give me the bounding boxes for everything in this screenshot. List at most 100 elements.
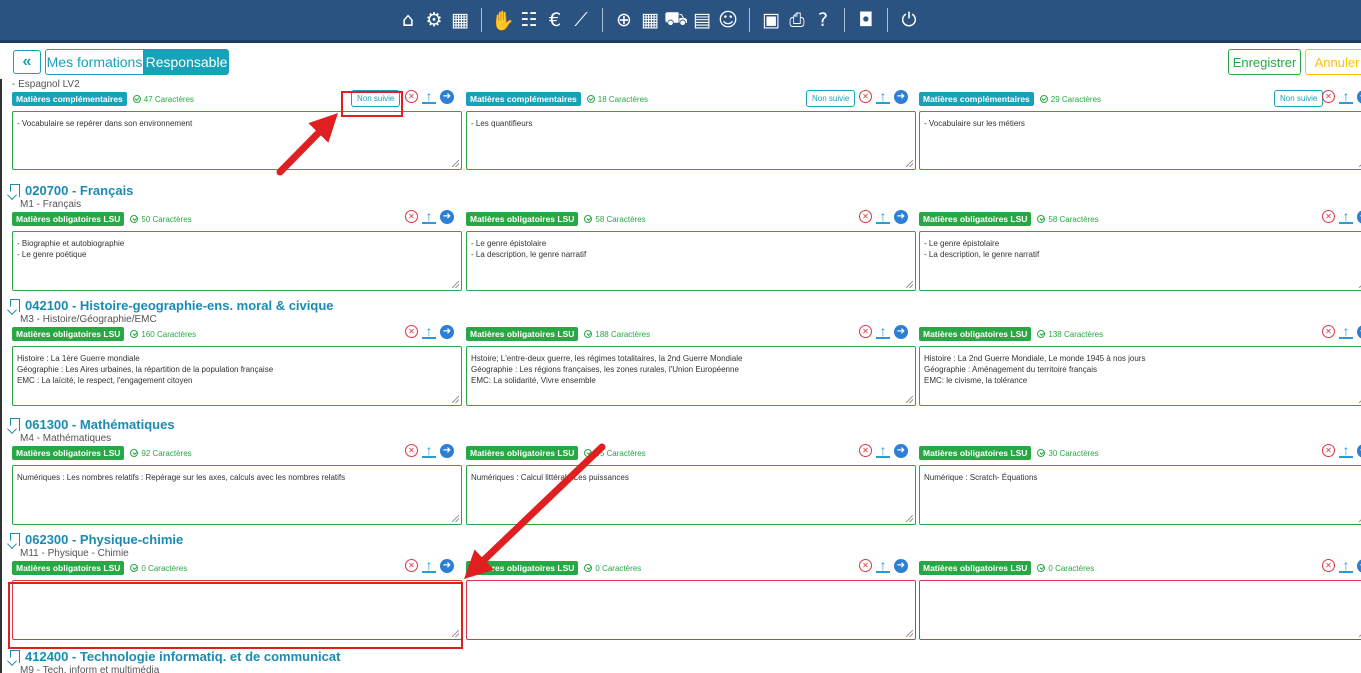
upload-icon[interactable]: ↑ — [876, 558, 890, 573]
bookmark-icon — [10, 184, 20, 197]
appreciation-textarea[interactable]: Histoire : La 2nd Guerre Mondiale, Le mo… — [919, 346, 1361, 406]
chart-line-icon[interactable]: ⟋ — [568, 0, 594, 40]
tag-line: Matières complémentaires 47 Caractères — [12, 92, 194, 106]
car-icon[interactable]: ⛟ — [663, 0, 689, 40]
upload-icon[interactable]: ↑ — [876, 209, 890, 224]
register-icon[interactable]: ▣ — [758, 0, 784, 40]
appreciation-textarea[interactable]: Numériques : Calcul littéral - Les puiss… — [466, 465, 916, 525]
help-icon[interactable]: ? — [810, 0, 836, 40]
tag-line: Matières obligatoires LSU 50 Caractères — [12, 212, 192, 226]
appreciation-textarea[interactable]: Numérique : Scratch- Équations — [919, 465, 1361, 525]
subject-column: Matières obligatoires LSU 0 Caractères ✕ ↑ ➜ — [919, 558, 1361, 641]
calendar-icon[interactable]: ▦ — [637, 0, 663, 40]
remove-icon[interactable]: ✕ — [405, 444, 418, 457]
globe-icon[interactable]: ⊕ — [611, 0, 637, 40]
remove-icon[interactable]: ✕ — [405, 90, 418, 103]
subject-column: Matières obligatoires LSU 58 Caractères ✕ ↑… — [466, 209, 916, 292]
id-card-icon[interactable]: ▤ — [689, 0, 715, 40]
arrow-right-circle-icon[interactable]: ➜ — [440, 89, 454, 104]
subject-column: Matières obligatoires LSU 45 Caractères ✕ ↑… — [466, 443, 916, 526]
character-count: 92 Caractères — [130, 449, 192, 458]
remove-icon[interactable]: ✕ — [1322, 444, 1335, 457]
remove-icon[interactable]: ✕ — [405, 210, 418, 223]
gears-icon[interactable]: ⚙ — [421, 0, 447, 40]
arrow-right-circle-icon[interactable]: ➜ — [1357, 324, 1361, 339]
upload-icon[interactable]: ↑ — [422, 443, 436, 458]
collapse-button[interactable]: « — [13, 50, 41, 74]
arrow-right-circle-icon[interactable]: ➜ — [1357, 209, 1361, 224]
matiere-tag: Matières obligatoires LSU — [12, 446, 125, 460]
upload-icon[interactable]: ↑ — [1339, 209, 1353, 224]
upload-icon[interactable]: ↑ — [1339, 443, 1353, 458]
appreciation-textarea[interactable]: - Vocabulaire se repérer dans son enviro… — [12, 111, 462, 170]
power-icon[interactable]: ⏻ — [896, 0, 922, 40]
arrow-right-circle-icon[interactable]: ➜ — [894, 209, 908, 224]
appreciation-textarea[interactable] — [919, 580, 1361, 640]
textarea-line: Géographie : Les régions françaises, les… — [471, 365, 739, 374]
remove-icon[interactable]: ✕ — [405, 559, 418, 572]
arrow-right-circle-icon[interactable]: ➜ — [894, 89, 908, 104]
upload-icon[interactable]: ↑ — [876, 324, 890, 339]
appreciation-textarea[interactable]: Hstoire; L'entre-deux guerre, les régime… — [466, 346, 916, 406]
print-icon[interactable]: ⎙ — [784, 0, 810, 40]
upload-icon[interactable]: ↑ — [422, 209, 436, 224]
appreciation-textarea[interactable]: - Biographie et autobiographie - Le genre… — [12, 231, 462, 291]
non-suivie-button[interactable]: Non suivie — [806, 90, 856, 107]
non-suivie-button[interactable]: Non suivie — [1274, 90, 1324, 107]
remove-icon[interactable]: ✕ — [1322, 325, 1335, 338]
arrow-right-circle-icon[interactable]: ➜ — [894, 558, 908, 573]
arrow-right-circle-icon[interactable]: ➜ — [1357, 443, 1361, 458]
remove-icon[interactable]: ✕ — [859, 444, 872, 457]
tab-mes-formations[interactable]: Mes formations — [45, 49, 144, 75]
upload-icon[interactable]: ↑ — [1339, 89, 1353, 104]
remove-icon[interactable]: ✕ — [859, 90, 872, 103]
arrow-right-circle-icon[interactable]: ➜ — [894, 443, 908, 458]
window-icon[interactable]: ◘ — [853, 0, 879, 40]
textarea-line: Numérique : Scratch- Équations — [924, 473, 1038, 482]
arrow-right-circle-icon[interactable]: ➜ — [1357, 558, 1361, 573]
remove-icon[interactable]: ✕ — [859, 559, 872, 572]
arrow-right-circle-icon[interactable]: ➜ — [440, 324, 454, 339]
tag-line: Matières obligatoires LSU 92 Caractères — [12, 446, 192, 460]
appreciation-textarea[interactable]: - Le genre épistolaire - La description, … — [466, 231, 916, 291]
handshake-icon[interactable]: ✋ — [490, 0, 516, 40]
subject-code-title: 412400 - Technologie informatiq. et de c… — [25, 649, 341, 664]
user-settings-icon[interactable]: ☺ — [715, 0, 741, 40]
remove-icon[interactable]: ✕ — [859, 325, 872, 338]
appreciation-textarea[interactable] — [466, 580, 916, 640]
textarea-line: EMC : La laïcité, le respect, l'engageme… — [17, 376, 193, 385]
appreciation-textarea[interactable]: Numériques : Les nombres relatifs : Repé… — [12, 465, 462, 525]
arrow-right-circle-icon[interactable]: ➜ — [440, 558, 454, 573]
arrow-right-circle-icon[interactable]: ➜ — [894, 324, 908, 339]
group-icon[interactable]: ☷ — [516, 0, 542, 40]
school-icon[interactable]: ▦ — [447, 0, 473, 40]
cancel-button[interactable]: Annuler — [1305, 49, 1361, 75]
remove-icon[interactable]: ✕ — [1322, 90, 1335, 103]
appreciation-textarea[interactable]: - Le genre épistolaire - La description, … — [919, 231, 1361, 291]
remove-icon[interactable]: ✕ — [405, 325, 418, 338]
appreciation-textarea[interactable]: - Vocabulaire sur les métiers — [919, 111, 1361, 170]
character-count-text: 0 Caractères — [595, 563, 642, 573]
euro-icon[interactable]: € — [542, 0, 568, 40]
remove-icon[interactable]: ✕ — [1322, 559, 1335, 572]
upload-icon[interactable]: ↑ — [422, 324, 436, 339]
remove-icon[interactable]: ✕ — [1322, 210, 1335, 223]
toolbar-separator — [844, 8, 845, 32]
home-icon[interactable]: ⌂ — [395, 0, 421, 40]
upload-icon[interactable]: ↑ — [1339, 558, 1353, 573]
remove-icon[interactable]: ✕ — [859, 210, 872, 223]
appreciation-textarea[interactable]: Histoire : La 1ère Guerre mondiale Géogra… — [12, 346, 462, 406]
arrow-right-circle-icon[interactable]: ➜ — [440, 209, 454, 224]
upload-icon[interactable]: ↑ — [876, 443, 890, 458]
upload-icon[interactable]: ↑ — [422, 89, 436, 104]
arrow-right-circle-icon[interactable]: ➜ — [1357, 89, 1361, 104]
upload-icon[interactable]: ↑ — [876, 89, 890, 104]
textarea-line: Géographie : Aménagement du territoire f… — [924, 365, 1097, 374]
arrow-right-circle-icon[interactable]: ➜ — [440, 443, 454, 458]
tab-responsable[interactable]: Responsable — [144, 49, 229, 75]
character-count-text: 0 Caractères — [141, 563, 188, 573]
upload-icon[interactable]: ↑ — [1339, 324, 1353, 339]
save-button[interactable]: Enregistrer — [1228, 49, 1301, 75]
upload-icon[interactable]: ↑ — [422, 558, 436, 573]
appreciation-textarea[interactable]: - Les quantifieurs — [466, 111, 916, 170]
